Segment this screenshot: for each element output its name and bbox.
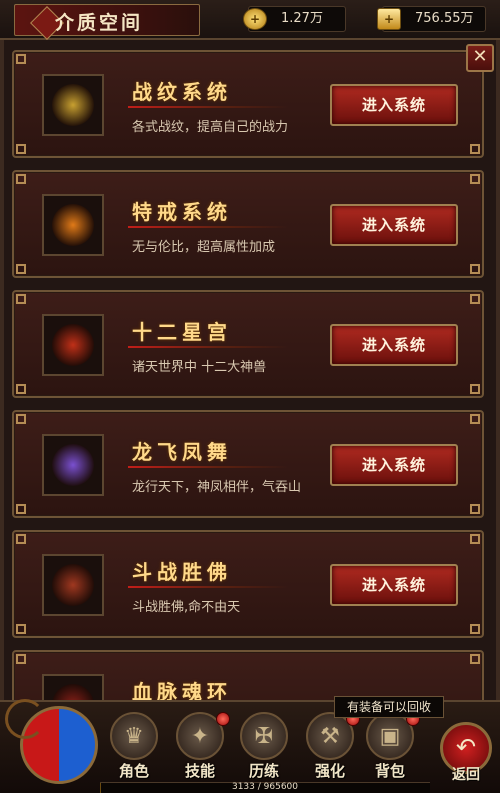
currency-ingots-value: 756.55万 (415, 11, 474, 26)
corner-ornament (470, 294, 480, 304)
system-icon-frame (42, 74, 104, 136)
corner-ornament (470, 144, 480, 154)
system-description: 无与伦比，超高属性加成 (132, 240, 276, 255)
nav-label: 角色 (118, 762, 149, 780)
corner-ornament (16, 174, 26, 184)
title-underline (128, 226, 288, 228)
nav-glyph: ⚒ (320, 724, 340, 749)
enter-system-button[interactable]: 进入系统 (330, 324, 458, 366)
close-button[interactable]: ✕ (466, 44, 494, 72)
currency-coins-value: 1.27万 (281, 11, 323, 26)
title-underline (128, 586, 288, 588)
training-icon: ✠ (240, 712, 288, 760)
enter-system-button[interactable]: 进入系统 (330, 84, 458, 126)
corner-ornament (470, 654, 480, 664)
monkey-king-icon (52, 564, 94, 606)
nav-label: 背包 (374, 762, 405, 780)
corner-ornament (470, 384, 480, 394)
system-description: 斗战胜佛,命不由天 (132, 600, 241, 615)
recycle-tooltip: 有装备可以回收 (334, 696, 444, 718)
nav-button-1[interactable]: ♛ 角色 (106, 710, 162, 782)
corner-ornament (16, 294, 26, 304)
back-label: 返回 (452, 767, 480, 783)
yin-yang-orb-icon[interactable] (5, 699, 98, 784)
alert-dot-icon (216, 712, 230, 726)
top-bar: 介质空间 + 1.27万 + 756.55万 (0, 0, 500, 40)
nav-label: 技能 (184, 762, 215, 780)
system-card: 龙飞凤舞龙行天下，神凤相伴，气吞山 进入系统 (12, 410, 484, 518)
zodiac-beast-icon (52, 324, 94, 366)
nav-button-4[interactable]: ⚒ 强化 (302, 710, 360, 782)
nav-button-3[interactable]: ✠ 历练 (236, 710, 292, 782)
system-description: 各式战纹，提高自己的战力 (132, 120, 289, 135)
nav-button-5[interactable]: ▣ 背包 (362, 710, 420, 782)
page-title: 介质空间 (55, 12, 144, 34)
corner-ornament (16, 654, 26, 664)
corner-ornament (16, 534, 26, 544)
system-icon-frame (42, 194, 104, 256)
system-description: 诸天世界中 十二大神兽 (132, 360, 267, 375)
dragon-phoenix-icon (52, 444, 94, 486)
title-underline (128, 106, 288, 108)
nav-glyph: ♛ (124, 724, 144, 749)
title-plate: 介质空间 (14, 4, 200, 40)
corner-ornament (470, 624, 480, 634)
nav-label: 强化 (314, 762, 345, 780)
currency-coins[interactable]: + 1.27万 (243, 6, 346, 32)
system-description: 龙行天下，神凤相伴，气吞山 (132, 480, 302, 495)
corner-ornament (16, 384, 26, 394)
system-icon-frame (42, 434, 104, 496)
system-title: 龙飞凤舞 (132, 440, 232, 464)
nav-glyph: ▣ (379, 724, 401, 749)
corner-ornament (16, 504, 26, 514)
nav-glyph: ✠ (254, 724, 274, 749)
gold-coin-plus-icon[interactable]: + (243, 8, 267, 30)
corner-ornament (470, 504, 480, 514)
corner-ornament (470, 534, 480, 544)
experience-bar: 3133 / 965600 (100, 782, 430, 793)
title-underline (128, 466, 288, 468)
title-underline (128, 346, 288, 348)
corner-ornament (16, 54, 26, 64)
system-icon-frame (42, 314, 104, 376)
corner-ornament (16, 144, 26, 154)
corner-ornament (16, 264, 26, 274)
enter-system-button[interactable]: 进入系统 (330, 204, 458, 246)
nav-button-2[interactable]: ✦ 技能 (172, 710, 230, 782)
corner-ornament (16, 624, 26, 634)
enter-system-button[interactable]: 进入系统 (330, 444, 458, 486)
corner-ornament (470, 414, 480, 424)
dragon-ornament-icon (5, 699, 45, 739)
corner-ornament (16, 414, 26, 424)
system-title: 战纹系统 (132, 80, 232, 104)
character-icon: ♛ (110, 712, 158, 760)
system-title: 十二星宫 (132, 320, 232, 344)
corner-ornament (470, 264, 480, 274)
back-button[interactable]: ↶ 返回 (436, 720, 496, 786)
system-icon-frame (42, 554, 104, 616)
system-title: 特戒系统 (132, 200, 232, 224)
experience-text: 3133 / 965600 (231, 782, 298, 792)
enter-system-button[interactable]: 进入系统 (330, 564, 458, 606)
battle-pattern-icon (52, 84, 94, 126)
currency-ingots[interactable]: + 756.55万 (377, 6, 486, 32)
system-title: 斗战胜佛 (132, 560, 232, 584)
system-card: 十二星宫诸天世界中 十二大神兽 进入系统 (12, 290, 484, 398)
corner-ornament (470, 174, 480, 184)
special-ring-icon (52, 204, 94, 246)
nav-label: 历练 (248, 762, 279, 780)
system-card: 斗战胜佛斗战胜佛,命不由天 进入系统 (12, 530, 484, 638)
gold-ingot-plus-icon[interactable]: + (377, 8, 401, 30)
nav-glyph: ✦ (190, 724, 210, 749)
system-card: 特戒系统无与伦比，超高属性加成 进入系统 (12, 170, 484, 278)
system-card: 战纹系统各式战纹，提高自己的战力 进入系统 (12, 50, 484, 158)
